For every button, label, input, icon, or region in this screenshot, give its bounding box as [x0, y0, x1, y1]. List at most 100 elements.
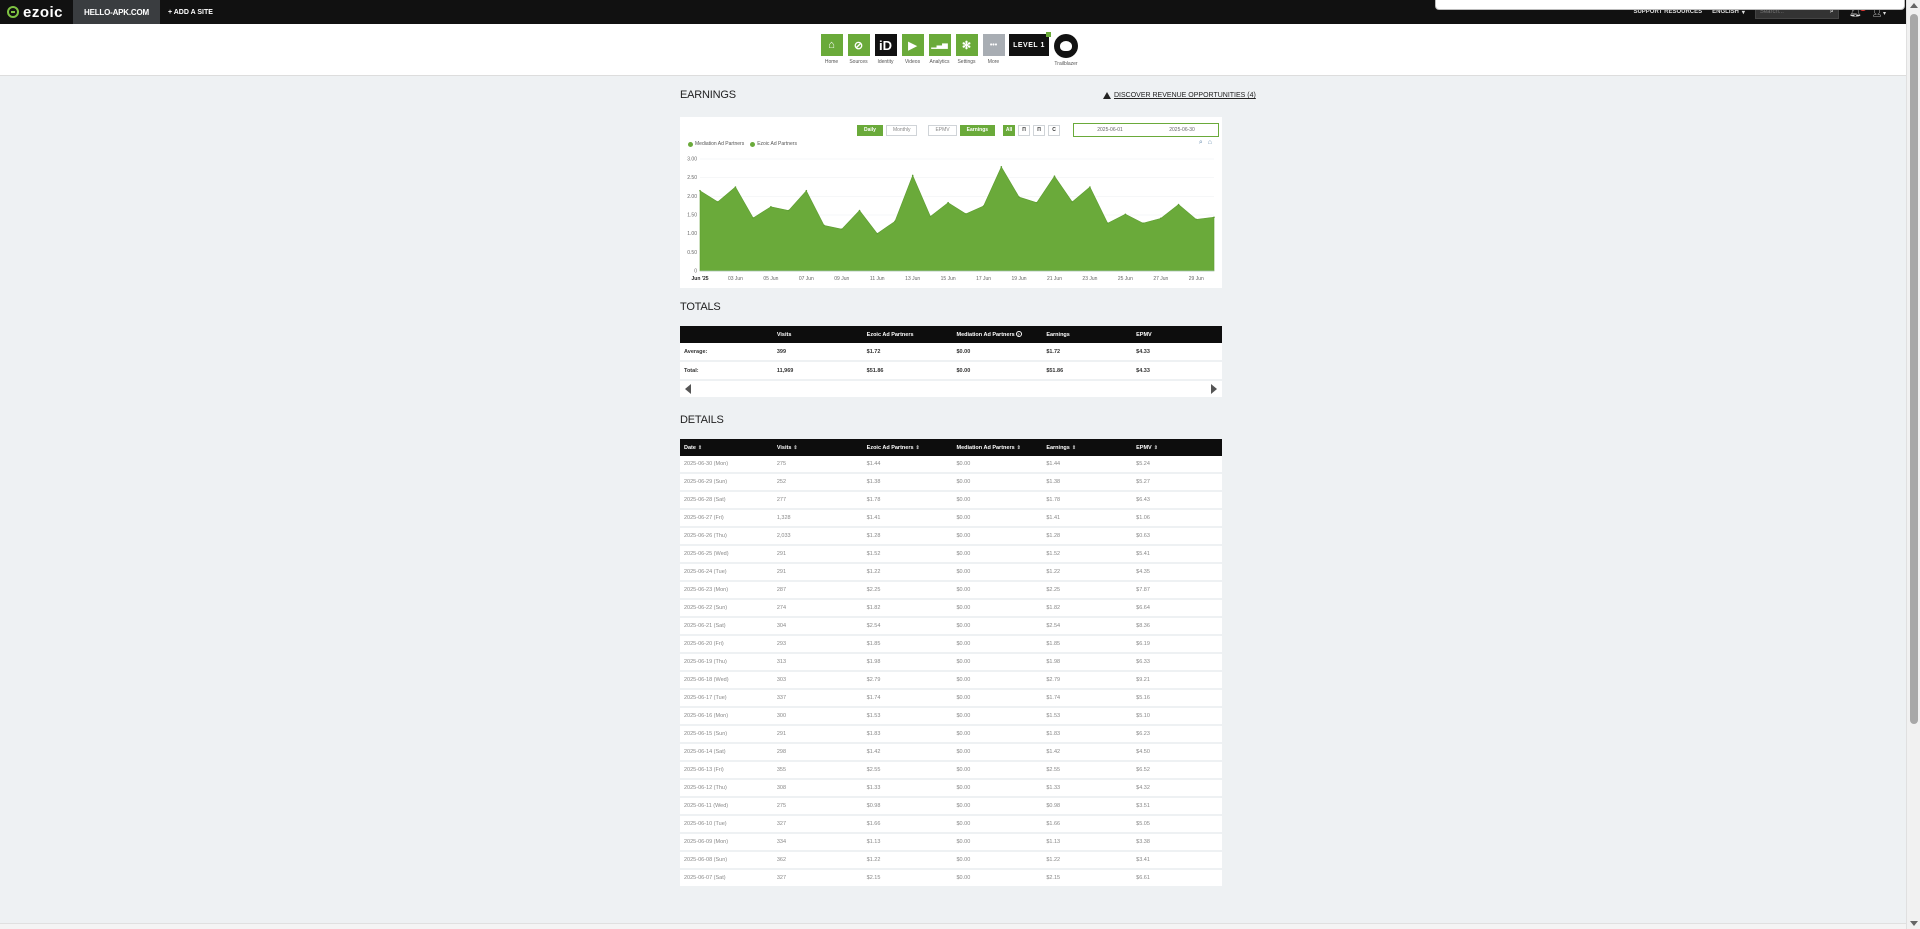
sort-icon[interactable]: ⇕	[916, 445, 920, 451]
scroll-down-arrow-icon[interactable]	[1910, 921, 1918, 926]
vertical-scrollbar[interactable]	[1906, 0, 1920, 929]
table-cell: $1.98	[1046, 659, 1061, 665]
data-point[interactable]	[1160, 217, 1162, 220]
sort-icon[interactable]: ⇕	[1072, 445, 1076, 451]
help-icon[interactable]: ?	[1015, 331, 1022, 337]
table-cell: 274	[776, 605, 787, 611]
data-point[interactable]	[965, 213, 967, 215]
legend-item-ezoic[interactable]: Ezoic Ad Partners	[750, 141, 797, 147]
table-cell: $1.83	[1046, 731, 1061, 737]
nav-item-videos[interactable]: ▶ Videos	[901, 34, 924, 65]
earnings-toggle[interactable]: Earnings	[959, 124, 996, 136]
table-cell: $0.00	[956, 803, 971, 809]
data-point[interactable]	[1018, 196, 1020, 198]
data-point[interactable]	[840, 228, 843, 230]
table-cell: 2025-06-20 (Fri)	[684, 641, 724, 647]
data-point[interactable]	[1142, 222, 1144, 225]
trailblazer-button[interactable]: Trailblazer	[1054, 34, 1078, 67]
nav-item-sources[interactable]: ⊘ Sources	[847, 34, 870, 65]
data-point[interactable]	[1213, 216, 1215, 219]
column-header[interactable]: EPMV ⇕	[1132, 445, 1222, 451]
data-point[interactable]	[1053, 175, 1056, 177]
column-header[interactable]: Earnings ⇕	[1042, 445, 1132, 451]
sort-icon[interactable]: ⇕	[1154, 445, 1158, 451]
table-cell: $5.10	[1136, 713, 1150, 719]
date-range-picker[interactable]: 2025-06-01 2025-06-30	[1073, 123, 1220, 137]
data-point[interactable]	[787, 209, 790, 212]
x-tick-label: Jun '25	[691, 276, 708, 282]
horizontal-scrollbar[interactable]	[0, 923, 1906, 929]
scrollbar-thumb[interactable]	[1910, 14, 1918, 724]
ezoic-ad-partners-area[interactable]	[699, 166, 1215, 272]
add-site-link[interactable]: + ADD A SITE	[160, 9, 221, 16]
nav-item-more[interactable]: ••• More	[982, 34, 1005, 65]
table-cell: 2025-06-09 (Mon)	[684, 839, 729, 845]
data-point[interactable]	[699, 189, 701, 192]
column-header[interactable]: Ezoic Ad Partners ⇕	[863, 445, 953, 451]
legend-item-mediation[interactable]: Mediation Ad Partners	[688, 141, 744, 147]
details-table: Date ⇕ Visits ⇕ Ezoic Ad Partners ⇕ Mediation …	[680, 439, 1222, 888]
data-point[interactable]	[752, 217, 754, 219]
table-cell: $2.25	[1046, 587, 1061, 593]
chart-type-button-2[interactable]: Π	[1033, 124, 1046, 136]
data-point[interactable]	[1089, 186, 1091, 188]
data-point[interactable]	[982, 205, 985, 207]
data-point[interactable]	[1177, 203, 1180, 206]
nav-item-identity[interactable]: iD Identity	[874, 34, 897, 65]
sort-icon[interactable]: ⇕	[698, 445, 702, 451]
data-point[interactable]	[947, 201, 949, 204]
data-point[interactable]	[894, 220, 896, 223]
chart-type-button-3[interactable]: C	[1048, 124, 1061, 136]
data-point[interactable]	[1071, 201, 1074, 203]
table-cell: 291	[776, 551, 787, 557]
data-point[interactable]	[1124, 213, 1127, 216]
table-row: 2025-06-09 (Mon) 334 $1.13 $0.00 $1.13 $3.38	[680, 834, 1222, 852]
table-cell: 11,969	[776, 367, 794, 374]
data-point[interactable]	[929, 215, 932, 218]
data-point[interactable]	[1106, 222, 1109, 225]
nav-item-home[interactable]: ⌂ Home	[820, 34, 843, 65]
data-point[interactable]	[1000, 166, 1003, 168]
ezoic-logo[interactable]: ezoic	[0, 0, 73, 24]
column-header[interactable]: Mediation Ad Partners ⇕	[952, 445, 1042, 451]
scroll-up-arrow-icon[interactable]	[1910, 3, 1918, 8]
reset-zoom-home-icon[interactable]: ⌂	[1208, 139, 1212, 147]
data-point[interactable]	[911, 174, 914, 177]
ezoic-logo-icon	[7, 6, 19, 18]
table-cell: $2.79	[866, 677, 881, 683]
column-header[interactable]: Date ⇕	[680, 445, 773, 451]
column-header-label: Visits	[776, 331, 792, 338]
zoom-icon[interactable]: ⌕	[1199, 139, 1203, 147]
data-point[interactable]	[823, 224, 825, 227]
column-header[interactable]: Visits ⇕	[773, 445, 863, 451]
legend-dot	[750, 141, 756, 147]
data-point[interactable]	[1035, 201, 1038, 204]
data-point[interactable]	[876, 232, 879, 235]
chart-type-button-1[interactable]: Π	[1018, 124, 1031, 136]
y-tick-label: 3.00	[687, 157, 697, 163]
daily-toggle[interactable]: Daily	[857, 124, 883, 136]
epmv-toggle[interactable]: EPMV	[928, 124, 957, 136]
table-cell: $0.00	[956, 677, 971, 683]
data-point[interactable]	[1195, 218, 1198, 221]
level-badge[interactable]: LEVEL 1	[1009, 32, 1051, 56]
table-row: 2025-06-25 (Wed) 291 $1.52 $0.00 $1.52 $5.41	[680, 546, 1222, 564]
monthly-toggle[interactable]: Monthly	[885, 124, 918, 136]
sort-icon[interactable]: ⇕	[1017, 445, 1021, 451]
scroll-left-arrow-icon[interactable]	[685, 384, 691, 394]
all-button[interactable]: All	[1003, 124, 1016, 136]
table-row: 2025-06-29 (Sun) 252 $1.38 $0.00 $1.38 $5.27	[680, 474, 1222, 492]
x-tick-label: 17 Jun	[976, 276, 991, 282]
data-point[interactable]	[716, 201, 719, 203]
sort-icon[interactable]: ⇕	[793, 445, 797, 451]
table-cell: Average:	[684, 348, 708, 355]
data-point[interactable]	[805, 189, 808, 192]
nav-item-analytics[interactable]: ▁▃▅ Analytics	[928, 34, 951, 65]
data-point[interactable]	[734, 186, 737, 188]
nav-item-settings[interactable]: ✻ Settings	[955, 34, 978, 65]
site-tab[interactable]: HELLO-APK.COM	[73, 0, 160, 24]
scroll-right-arrow-icon[interactable]	[1211, 384, 1217, 394]
data-point[interactable]	[858, 209, 861, 212]
data-point[interactable]	[770, 205, 772, 208]
discover-revenue-link[interactable]: DISCOVER REVENUE OPPORTUNITIES (4)	[1103, 92, 1256, 99]
